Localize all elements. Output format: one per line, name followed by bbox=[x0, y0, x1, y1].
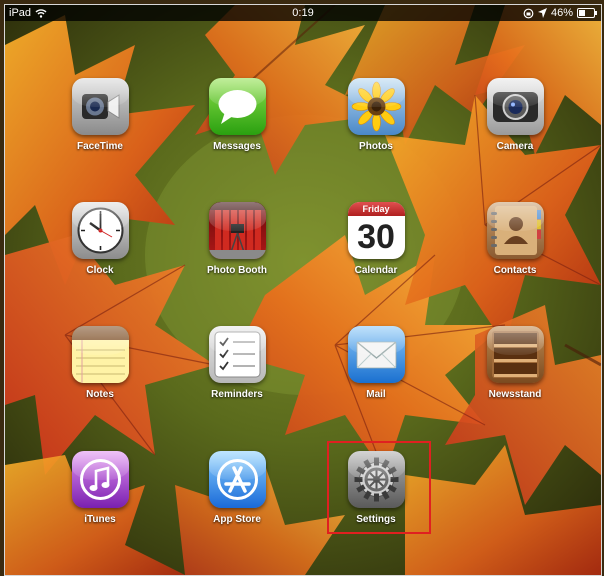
app-label: Contacts bbox=[493, 265, 537, 276]
app-contacts[interactable]: Contacts bbox=[470, 202, 560, 276]
messages-icon bbox=[208, 78, 266, 135]
app-label: Reminders bbox=[211, 389, 263, 400]
photos-icon bbox=[347, 78, 405, 135]
mail-icon bbox=[347, 326, 405, 383]
newsstand-icon bbox=[486, 326, 544, 383]
app-label: Photo Booth bbox=[207, 265, 267, 276]
app-reminders[interactable]: Reminders bbox=[192, 326, 282, 400]
photo-booth-icon bbox=[208, 202, 266, 259]
app-label: Mail bbox=[366, 389, 386, 400]
app-camera[interactable]: Camera bbox=[470, 78, 560, 152]
app-notes[interactable]: Notes bbox=[55, 326, 145, 400]
battery-percent: 46% bbox=[550, 7, 573, 19]
app-facetime[interactable]: FaceTime bbox=[55, 78, 145, 152]
app-clock[interactable]: Clock bbox=[55, 202, 145, 276]
app-label: Photos bbox=[359, 141, 393, 152]
app-label: Messages bbox=[213, 141, 261, 152]
app-store-icon bbox=[208, 451, 266, 508]
app-mail[interactable]: Mail bbox=[331, 326, 421, 400]
app-photos[interactable]: Photos bbox=[331, 78, 421, 152]
app-label: Newsstand bbox=[488, 389, 542, 400]
status-bar: iPad 0:19 46% bbox=[5, 5, 601, 21]
location-icon bbox=[537, 8, 547, 18]
camera-icon bbox=[486, 78, 544, 135]
app-newsstand[interactable]: Newsstand bbox=[470, 326, 560, 400]
app-label: Calendar bbox=[354, 265, 398, 276]
calendar-icon: Friday 30 bbox=[347, 202, 405, 259]
battery-icon bbox=[577, 8, 597, 18]
app-label: Clock bbox=[86, 265, 114, 276]
app-label: Notes bbox=[86, 389, 114, 400]
status-time: 0:19 bbox=[292, 7, 314, 19]
rotation-lock-icon bbox=[523, 8, 534, 18]
app-app-store[interactable]: App Store bbox=[192, 451, 282, 525]
app-label: FaceTime bbox=[77, 141, 123, 152]
notes-icon bbox=[71, 326, 129, 383]
calendar-date: 30 bbox=[357, 218, 395, 256]
clock-icon bbox=[71, 202, 129, 259]
reminders-icon bbox=[208, 326, 266, 383]
app-itunes[interactable]: iTunes bbox=[55, 451, 145, 525]
facetime-icon bbox=[71, 78, 129, 135]
contacts-icon bbox=[486, 202, 544, 259]
app-label: iTunes bbox=[84, 514, 116, 525]
app-messages[interactable]: Messages bbox=[192, 78, 282, 152]
itunes-icon bbox=[71, 451, 129, 508]
ipad-screen: iPad 0:19 46% FaceTime Messages Photos C… bbox=[4, 4, 602, 576]
app-label: App Store bbox=[213, 514, 261, 525]
calendar-day: Friday bbox=[347, 202, 405, 216]
app-photo-booth[interactable]: Photo Booth bbox=[192, 202, 282, 276]
app-calendar[interactable]: Friday 30 Calendar bbox=[331, 202, 421, 276]
app-label: Camera bbox=[496, 141, 534, 152]
